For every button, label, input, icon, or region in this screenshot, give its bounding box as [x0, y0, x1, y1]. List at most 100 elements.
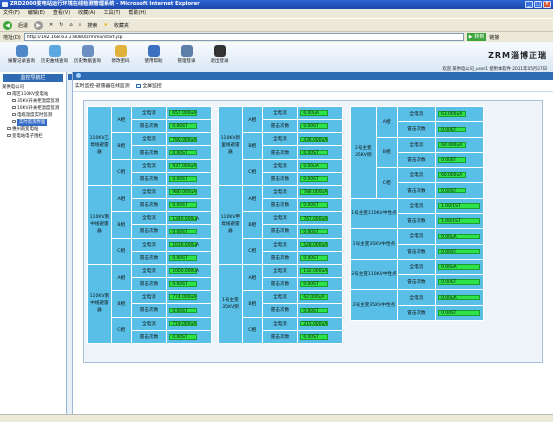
- table-row: 110KV乙母线避雷器 A相 全电流 657.000uA: [87, 105, 212, 186]
- value-cell: 0.00ST: [297, 224, 343, 239]
- value-cell: 1340.000uA: [166, 211, 212, 226]
- sidebar-tab[interactable]: 监控导航栏: [3, 74, 63, 82]
- nav-item[interactable]: 历史曲线查询: [40, 45, 69, 64]
- back-arrow-icon[interactable]: ◀: [3, 20, 12, 30]
- nav-item[interactable]: 退出登录: [205, 45, 234, 64]
- history-curve-icon: [48, 45, 61, 57]
- nav-item[interactable]: 历史数据查询: [73, 45, 102, 64]
- value-cell: 528.000uA: [297, 237, 343, 252]
- value-cell: 0.00ST: [297, 303, 343, 318]
- address-input[interactable]: [23, 33, 464, 41]
- value-badge: 980.000uA: [169, 189, 198, 195]
- count-label: 雷击次数: [130, 198, 168, 213]
- folder-icon: [12, 106, 16, 109]
- menu-item[interactable]: 查看(V): [53, 9, 70, 18]
- forward-arrow-icon[interactable]: ▶: [34, 20, 44, 30]
- fullscreen-button[interactable]: 全屏监控: [135, 82, 162, 89]
- value-cell: 0.00uA: [435, 289, 484, 306]
- value-cell: 0.00ST: [435, 243, 484, 260]
- value-cell: 0.00ST: [297, 145, 343, 160]
- nav-label: 退出登录: [210, 59, 229, 64]
- current-label: 全电流: [396, 136, 437, 153]
- value-cell: 774.000uA: [166, 290, 212, 305]
- nav-label: 报警记录查询: [8, 59, 35, 64]
- value-cell: 937.000uA: [166, 158, 212, 173]
- value-cell: 0.00ST: [166, 119, 212, 134]
- value-badge: 0.00uA: [300, 110, 329, 116]
- close-button[interactable]: ×: [543, 1, 551, 8]
- group-name: 110KV新里线避雷器: [218, 106, 243, 186]
- value-badge: 0.00ST: [169, 123, 198, 129]
- stop-icon[interactable]: ✕: [49, 22, 53, 28]
- value-cell: 0.00ST: [297, 119, 343, 134]
- value-badge: 436.000uA: [300, 136, 329, 143]
- table-row: 2号主变110KV中性点 全电流 0.00uA: [350, 258, 484, 291]
- tree-item[interactable]: 南区110KV变电站: [0, 91, 66, 98]
- value-badge: 1000.000uA: [169, 268, 199, 274]
- value-cell: 0.00ST: [166, 250, 212, 265]
- table-row: 1号主变35KV侧 A相 全电流 132.000uA: [218, 263, 343, 345]
- refresh-icon[interactable]: ↻: [59, 22, 63, 28]
- search-label[interactable]: 搜索: [87, 22, 97, 29]
- favorites-label[interactable]: 收藏夹: [114, 22, 129, 29]
- value-badge: 0.00ST: [300, 202, 329, 208]
- menu-item[interactable]: 工具(T): [104, 9, 121, 18]
- value-badge: 0.00ST: [169, 307, 198, 314]
- value-badge: 0.00ST: [438, 248, 481, 255]
- main-nav: 报警记录查询 历史曲线查询 历史数据查询 修改密码 使用帮助 管理登录 退出登录: [7, 45, 234, 64]
- favorites-star-icon[interactable]: ★: [103, 22, 107, 28]
- maximize-button[interactable]: □: [534, 1, 542, 8]
- value-cell: 0.00ST: [166, 303, 212, 318]
- value-badge: 0.00ST: [169, 149, 198, 156]
- value-badge: 63.000uA: [438, 111, 467, 117]
- value-badge: 0.00ST: [438, 126, 467, 133]
- back-label[interactable]: 后退: [18, 22, 28, 29]
- value-cell: 0.00ST: [297, 250, 343, 265]
- menu-item[interactable]: 编辑(E): [28, 9, 45, 18]
- minimize-button[interactable]: _: [525, 1, 533, 8]
- current-label: 全电流: [130, 211, 168, 226]
- nav-item[interactable]: 报警记录查询: [7, 45, 36, 64]
- table-row: 110KV甲母线避雷器 A相 全电流 786.000uA: [218, 184, 343, 265]
- current-label: 全电流: [261, 290, 299, 305]
- menu-item[interactable]: 文件(F): [3, 9, 20, 18]
- tree-item[interactable]: 实时监测界面: [0, 119, 66, 126]
- count-label: 雷击次数: [261, 198, 299, 213]
- collapse-arrow-icon[interactable]: [68, 74, 72, 80]
- menu-item[interactable]: 收藏(A): [78, 9, 95, 18]
- phase-label: A相: [241, 263, 263, 292]
- menu-item[interactable]: 帮助(H): [128, 9, 146, 18]
- tree-item[interactable]: 35KV开关柜温度监测: [0, 98, 66, 105]
- nav-item[interactable]: 修改密码: [106, 45, 135, 64]
- home-icon[interactable]: ⌂: [69, 22, 72, 28]
- tree-item[interactable]: 电缆温度实时监测: [0, 112, 66, 119]
- nav-label: 管理登录: [177, 59, 196, 64]
- links-label[interactable]: 链接: [489, 34, 499, 41]
- count-label: 雷击次数: [261, 171, 299, 186]
- value-badge: 528.000uA: [300, 241, 329, 248]
- tree-item-label: 南区110KV变电站: [12, 92, 49, 97]
- nav-item[interactable]: 使用帮助: [139, 45, 168, 64]
- tree-item[interactable]: 变电站电子围栏: [0, 133, 66, 140]
- value-badge: 0.00uA: [438, 264, 481, 270]
- tree-item[interactable]: 某供电公司: [0, 84, 66, 91]
- tree-item[interactable]: 10KV开关柜温度监测: [0, 105, 66, 112]
- folder-icon: [12, 113, 16, 116]
- current-label: 全电流: [130, 316, 168, 331]
- value-cell: 0.00ST: [435, 274, 484, 291]
- go-button[interactable]: ▶ 转到: [466, 33, 487, 41]
- value-badge: 0.00ST: [169, 228, 198, 235]
- folder-icon: [7, 92, 11, 95]
- value-cell: 0.00uA: [297, 105, 343, 121]
- main-panel: 实时监控-避雷器在线监测 全屏监控 110KV乙母线避雷器 A相 全电流 657.00…: [73, 72, 553, 422]
- value-cell: 60.000uA: [435, 167, 484, 184]
- nav-item[interactable]: 管理登录: [172, 45, 201, 64]
- count-label: 雷击次数: [261, 329, 299, 345]
- value-cell: 0.00ST: [166, 171, 212, 186]
- value-badge: 0.00ST: [169, 202, 198, 208]
- search-icon[interactable]: ⌕: [79, 22, 82, 28]
- nav-tree: 某供电公司 南区110KV变电站 35KV开关柜温度监测 10KV开关柜温度监测 电缆温…: [0, 84, 66, 140]
- value-badge: 0.00uA: [438, 294, 481, 301]
- tree-item[interactable]: 惠州南变电站: [0, 126, 66, 133]
- count-label: 雷击次数: [396, 151, 437, 169]
